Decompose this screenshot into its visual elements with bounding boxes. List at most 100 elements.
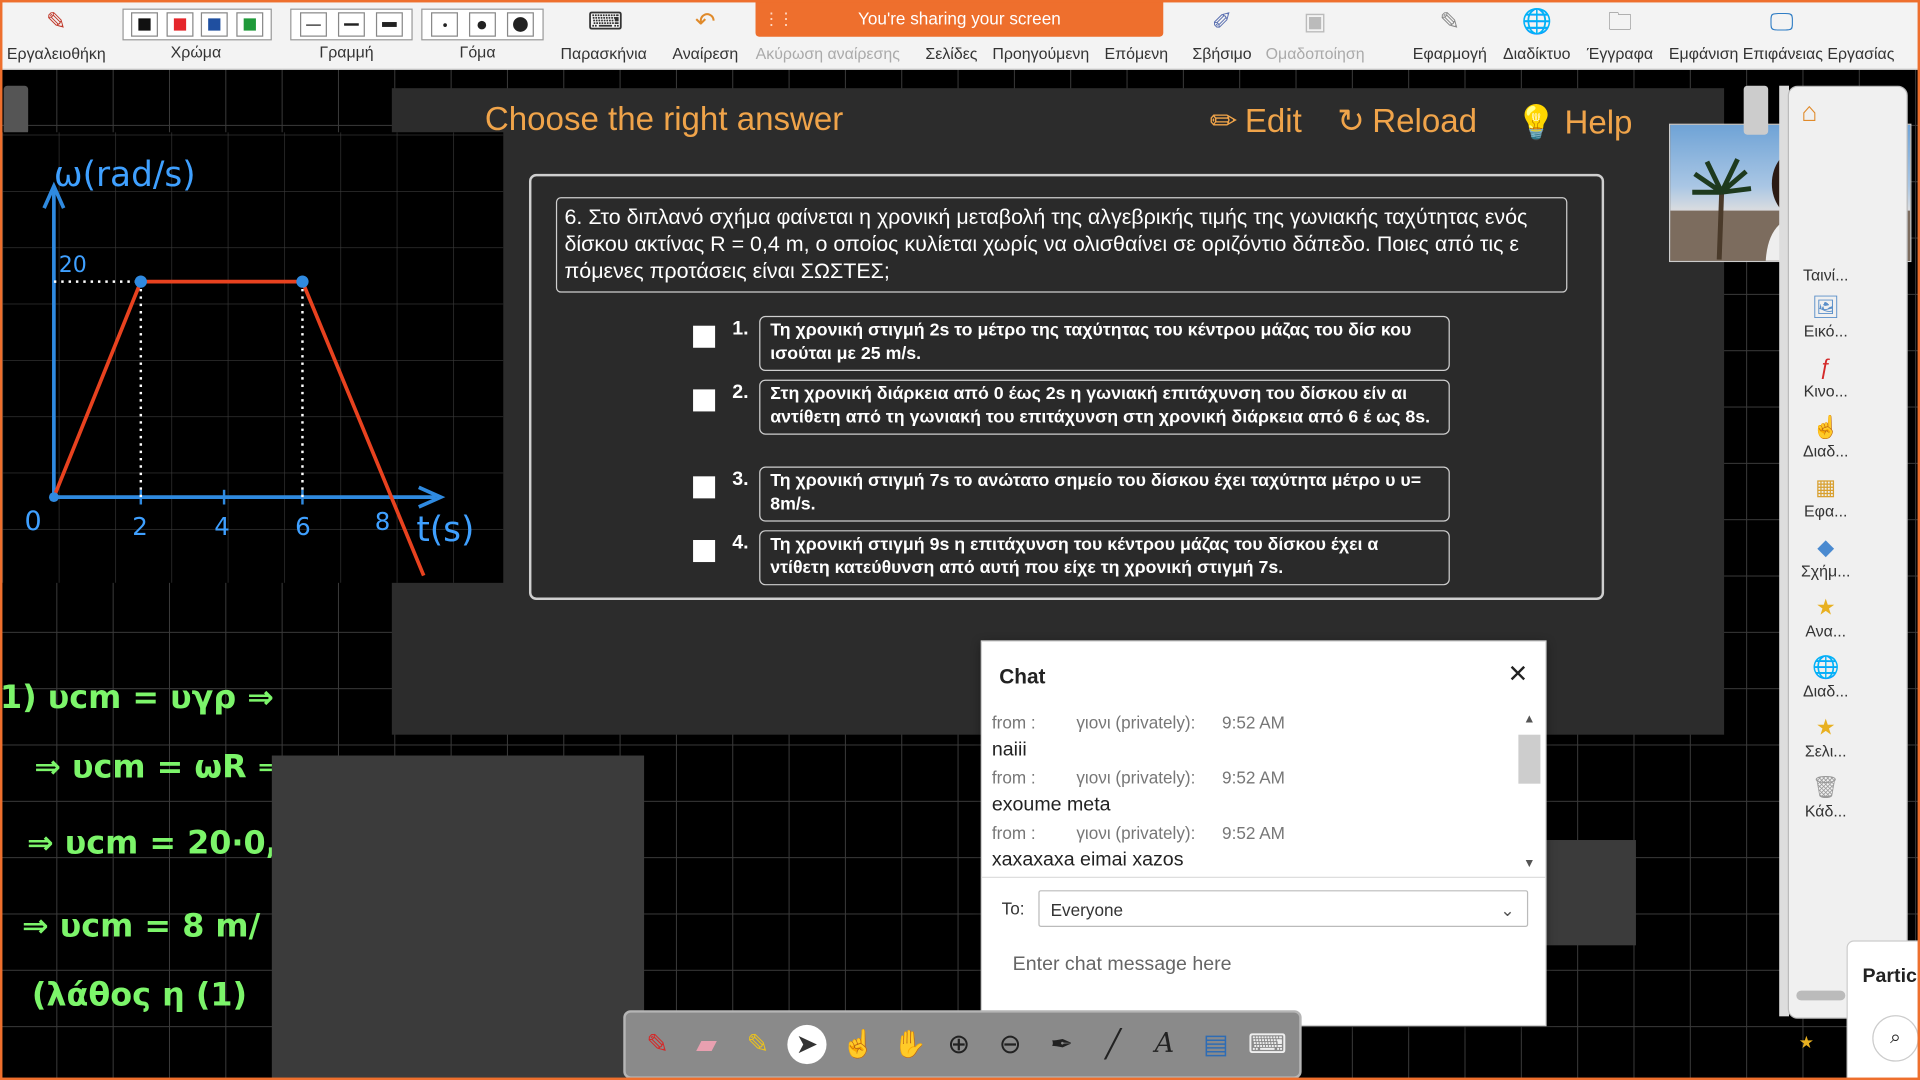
zoom-out-icon[interactable]: ⊖ [991,1025,1030,1064]
chat-title: Chat [999,664,1046,689]
previous-page-button[interactable]: Προηγούμενη [987,0,1095,69]
close-icon[interactable]: ✕ [1508,659,1529,690]
participants-panel[interactable]: Partic ⌕ [1846,940,1920,1080]
color-swatch-black[interactable] [131,12,159,37]
sidebar-item-6[interactable]: ★ Ανα... [1789,593,1862,640]
x-tick-6: 6 [295,511,311,542]
star-folder-icon: ★ [1815,595,1836,620]
sidebar-item-4[interactable]: ▦ Εφα... [1789,473,1862,520]
bookmark-folder-icon: ★ [1815,715,1836,740]
next-page-button[interactable]: Επόμενη [1100,0,1173,69]
color-swatch-green[interactable] [236,12,263,37]
text-tool-icon[interactable]: A [1145,1025,1184,1064]
sidebar-item-2[interactable]: ƒ Κινο... [1789,353,1862,400]
home-icon[interactable]: ⌂ [1801,97,1817,129]
line-medium[interactable] [337,12,365,37]
eraser-tool-icon[interactable]: ▰ [687,1025,726,1064]
eraser-large[interactable] [506,12,534,37]
participants-label: Partic [1862,966,1917,987]
scroll-thumb[interactable] [1518,734,1541,784]
right-collapse-tab[interactable] [1743,85,1769,135]
note-line-3: ⇒ υcm = 20·0, [26,825,278,863]
background-button[interactable]: ⌨ Παρασκήνια [553,0,653,69]
zoom-in-icon[interactable]: ⊕ [939,1025,978,1064]
line-tool-icon[interactable]: ╱ [1093,1025,1132,1064]
book-icon[interactable]: ▤ [1196,1025,1235,1064]
magic-hand-icon[interactable]: ☝ [839,1025,878,1064]
pan-hand-icon[interactable]: ✋ [890,1025,929,1064]
search-icon[interactable]: ⌕ [1872,1015,1919,1062]
sidebar-item-5[interactable]: ◆ Σχήμ... [1789,533,1862,580]
scroll-down-icon[interactable]: ▼ [1523,857,1535,870]
shapes-icon: ◆ [1817,535,1835,560]
app-icon: ✎ [1439,8,1461,36]
option-2-checkbox[interactable] [693,389,716,412]
favorites-icon[interactable]: ★ [1799,1032,1814,1053]
flash-icon: ƒ [1819,355,1832,380]
monitor-icon: 🖵 [1769,8,1794,36]
chat-messages[interactable]: from : γιονι (privately): 9:52 AM naiii … [982,709,1521,877]
option-1-text[interactable]: Τη χρονική στιγμή 2s το μέτρο της ταχύτη… [759,315,1450,372]
option-4-checkbox[interactable] [693,540,716,563]
x-tick-2: 2 [132,511,148,542]
sidebar-item-0[interactable]: Ταινί... [1789,266,1862,284]
chat-scrollbar[interactable]: ▲ ▼ [1518,713,1541,875]
gray-panel-right [1545,840,1636,946]
question-text: 6. Στο διπλανό σχήμα φαίνεται η χρονική … [555,197,1568,293]
eraser-medium[interactable] [468,12,496,37]
scroll-up-icon[interactable]: ▲ [1523,713,1535,726]
group-button[interactable]: ▣ Ομαδοποίηση [1261,0,1369,69]
erase-all-button[interactable]: ✐ Σβήσιμο [1188,0,1257,69]
line-width-picker[interactable] [290,8,413,41]
reload-button[interactable]: ↻ Reload [1337,103,1477,141]
chat-message-input[interactable]: Enter chat message here [1013,954,1232,976]
question-box: 6. Στο διπλανό σχήμα φαίνεται η χρονική … [528,173,1605,601]
sidebar-item-1[interactable]: 🖼 Εικό... [1789,293,1862,340]
undo-icon: ↶ [695,8,716,36]
color-swatch-blue[interactable] [201,12,229,37]
internet-button[interactable]: 🌐 Διαδίκτυο [1496,0,1577,69]
y-axis-label: ω(rad/s) [53,154,196,195]
select-pointer-icon[interactable]: ➤ [787,1024,827,1065]
interactive-icon: ☝ [1811,415,1840,440]
color-picker[interactable] [122,8,272,41]
lightbulb-icon: 💡 [1515,104,1558,141]
pages-button[interactable]: Σελίδες [921,0,982,69]
chat-panel: Chat ✕ from : γιονι (privately): 9:52 AM… [980,640,1547,1027]
x-tick-8: 8 [374,506,391,537]
sidebar-item-9[interactable]: 🗑 Κάδ... [1789,773,1862,820]
keyboard-tool-icon[interactable]: ⌨ [1248,1025,1287,1064]
help-button[interactable]: 💡 Help [1516,103,1633,142]
eraser-size-picker[interactable] [421,8,544,41]
option-3-checkbox[interactable] [693,476,716,499]
eraser-icon: ✐ [1211,8,1233,36]
highlighter-icon[interactable]: ✎ [738,1025,777,1064]
message-meta: from : γιονι (privately): 9:52 AM [991,767,1285,788]
pen-icon[interactable]: ✎ [638,1025,677,1064]
option-2-text[interactable]: Στη χρονική διάρκεια από 0 έως 2s η γωνι… [759,379,1450,435]
documents-button[interactable]: 🗀 Έγγραφα [1582,0,1658,69]
zoom-slider[interactable] [1796,990,1846,1001]
line-thick[interactable] [375,12,403,37]
line-thin[interactable] [300,12,328,37]
sidebar-item-8[interactable]: ★ Σελι... [1789,713,1862,760]
undo-button[interactable]: ↶ Αναίρεση [666,0,744,69]
sidebar-item-7[interactable]: 🌐 Διαδ... [1789,653,1862,700]
show-desktop-button[interactable]: 🖵 Εμφάνιση Επιφάνειας Εργασίας [1663,0,1901,69]
recipient-select[interactable]: Everyone ⌄ [1038,890,1529,927]
eyedropper-icon[interactable]: ✒ [1042,1025,1081,1064]
x-axis-label: t(s) [416,509,475,550]
edit-button[interactable]: ✏ Edit [1210,103,1302,141]
eraser-small[interactable] [431,12,459,37]
left-collapse-tab[interactable] [3,85,29,135]
option-1-checkbox[interactable] [693,325,716,348]
toolbox-button[interactable]: ✎ Εργαλειοθήκη [0,0,113,69]
drag-grip-icon[interactable]: ⋮⋮ [763,0,795,37]
sidebar-item-3[interactable]: ☝ Διαδ... [1789,413,1862,460]
app-button[interactable]: ✎ Εφαρμογή [1408,0,1491,69]
color-swatch-red[interactable] [166,12,194,37]
option-3-text[interactable]: Τη χρονική στιγμή 7s το ανώτατο σημείο τ… [759,466,1450,522]
option-4-text[interactable]: Τη χρονική στιγμή 9s η επιτάχυνση του κέ… [759,530,1450,586]
x-tick-0: 0 [24,506,42,538]
message-text: exoume meta [991,794,1111,816]
